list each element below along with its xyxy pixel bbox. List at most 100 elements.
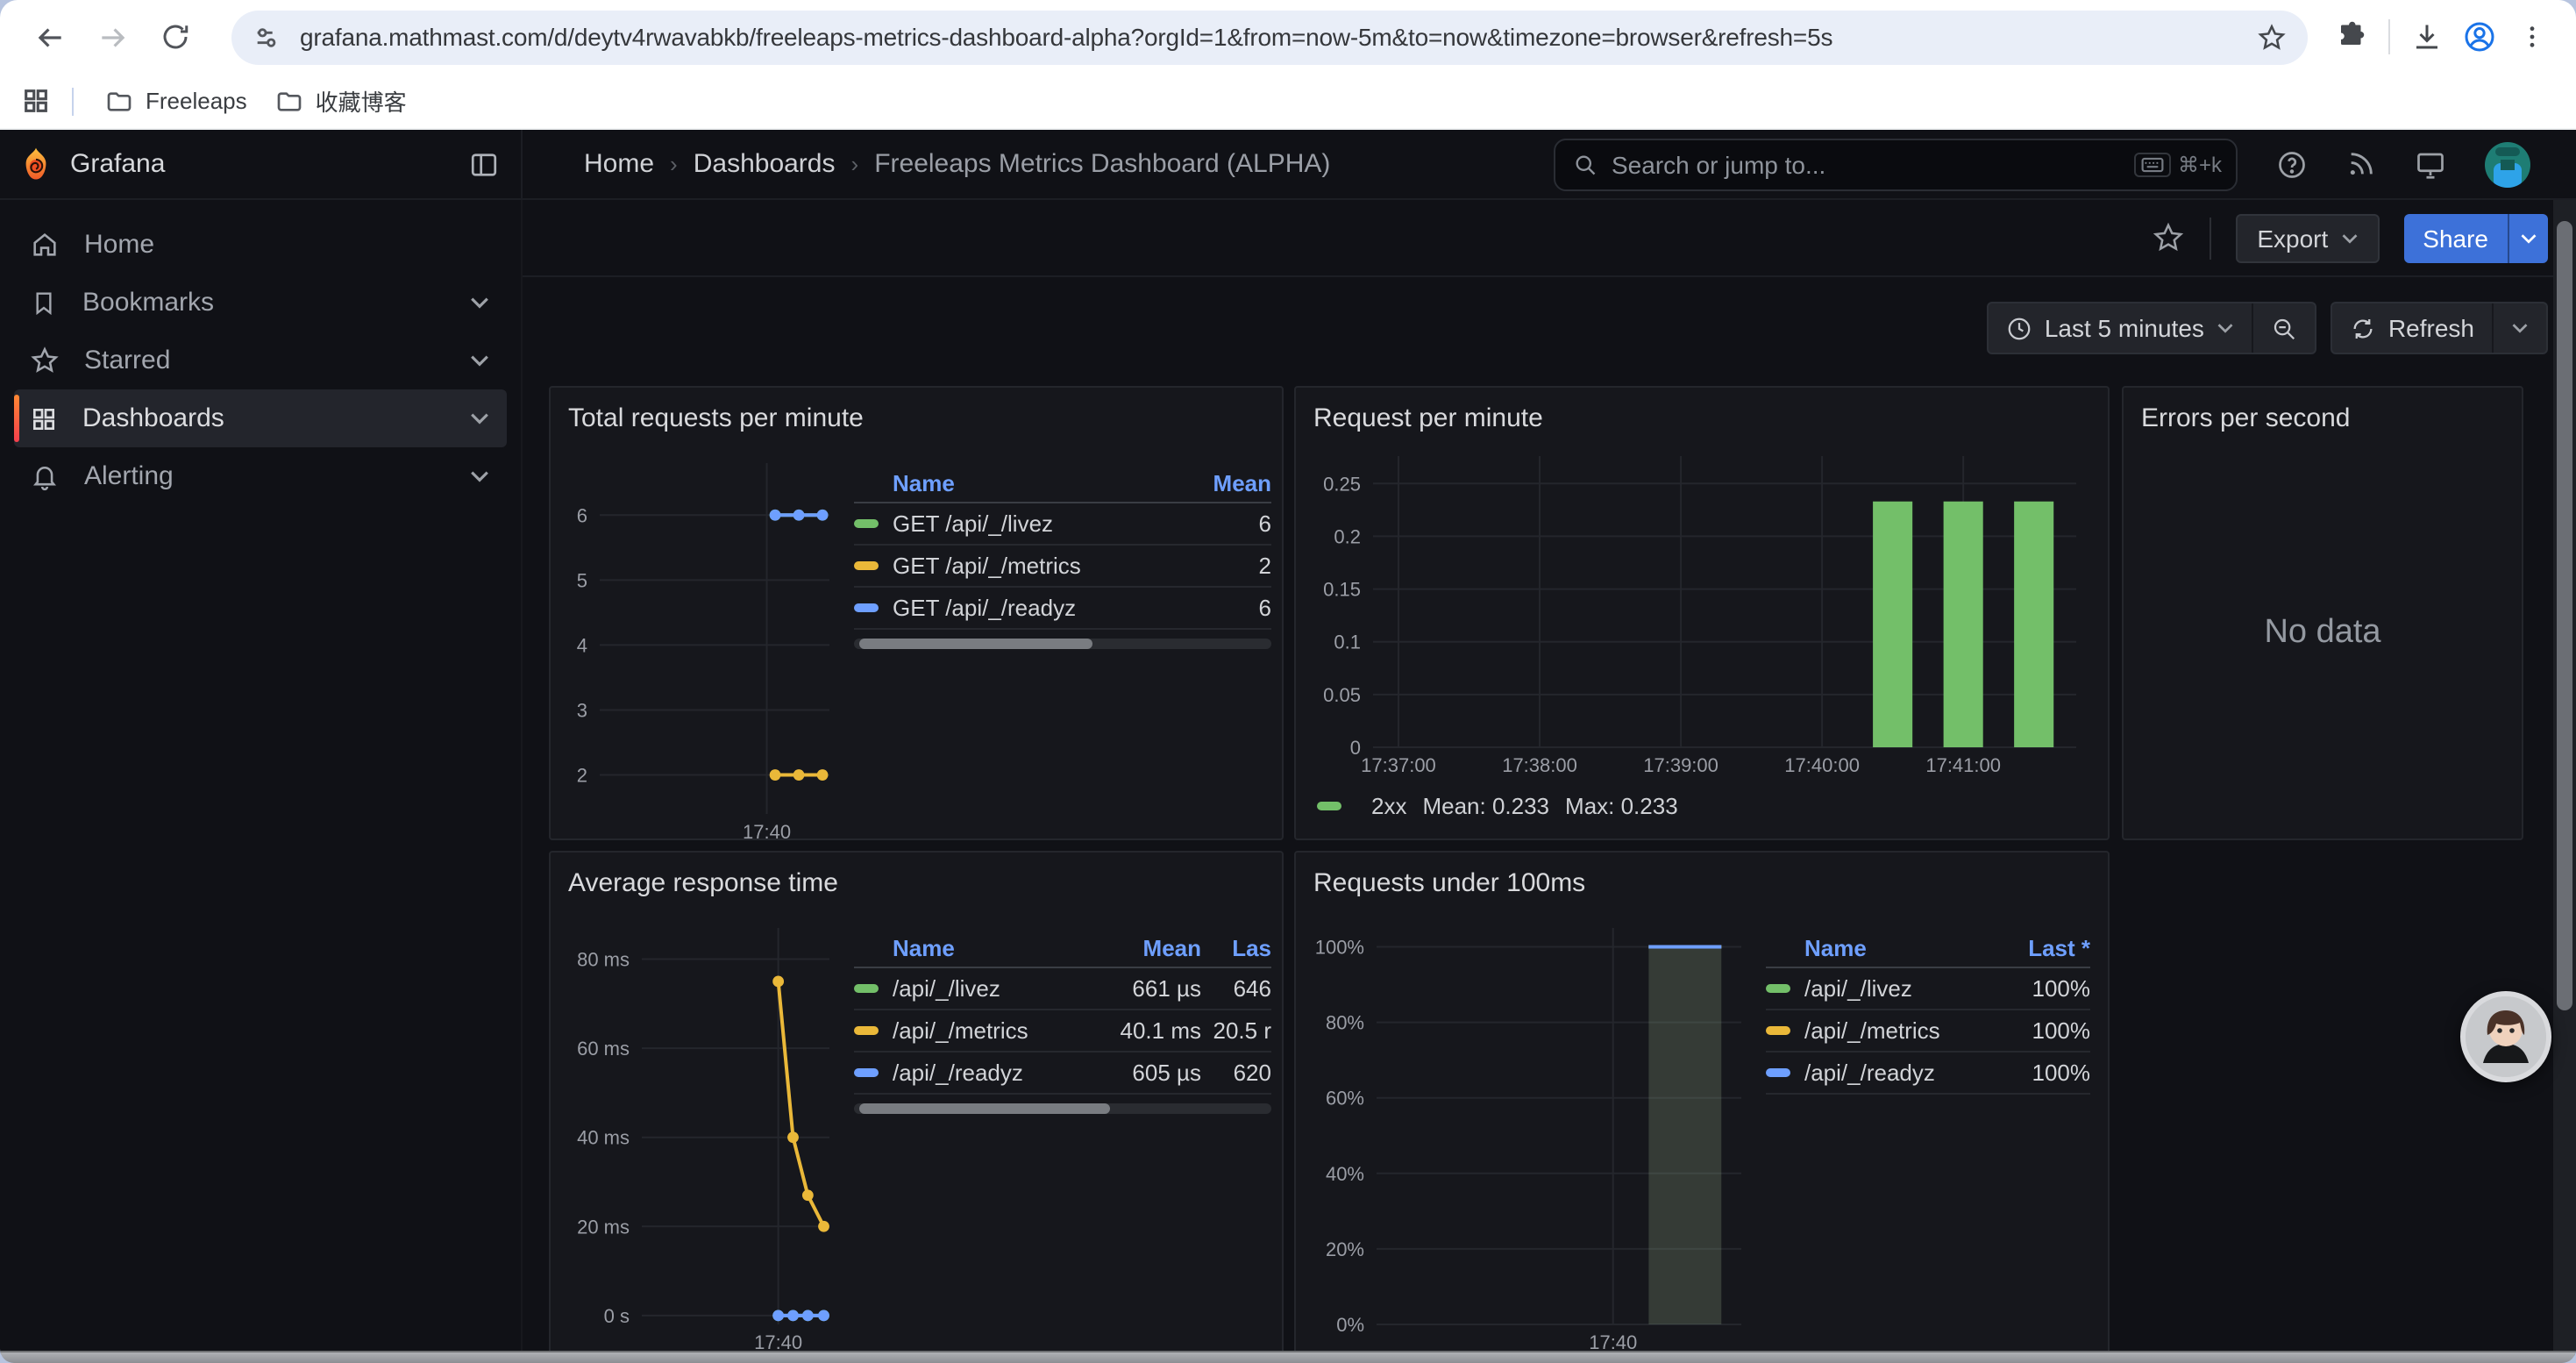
col-last[interactable]: Las [1201,934,1271,960]
forward-button[interactable] [88,12,137,61]
col-name[interactable]: Name [854,934,1092,960]
reload-button[interactable] [151,12,200,61]
bookmark-star-icon[interactable] [2257,22,2287,52]
keyboard-icon [2134,152,2171,176]
breadcrumb-dashboards[interactable]: Dashboards [694,149,836,179]
dashboards-grid-icon [30,404,58,432]
series-swatch [1766,1068,1790,1077]
bookmark-folder-freeleaps[interactable]: Freeleaps [91,82,261,120]
sidebar-item-dashboards[interactable]: Dashboards [14,389,507,447]
time-range-picker[interactable]: Last 5 minutes [1989,303,2252,353]
url-bar[interactable]: grafana.mathmast.com/d/deytv4rwavabkb/fr… [231,10,2308,64]
floating-assistant-avatar[interactable] [2460,991,2551,1082]
sidebar-item-alerting[interactable]: Alerting [14,447,507,505]
share-menu-button[interactable] [2508,213,2548,262]
clock-icon [2006,315,2032,341]
chevron-down-icon[interactable] [470,354,489,367]
profile-button[interactable] [2453,11,2506,63]
hscroll-thumb[interactable] [859,639,1093,649]
apps-grid-icon[interactable] [21,86,51,116]
svg-text:17:37:00: 17:37:00 [1361,754,1436,776]
toolbar-separator [2388,19,2390,54]
panel-title[interactable]: Average response time [568,865,1264,903]
zoom-out-button[interactable] [2252,303,2315,353]
refresh-interval-button[interactable] [2492,303,2546,353]
bookmarks-separator [72,87,74,115]
refresh-button[interactable]: Refresh [2332,303,2492,353]
search-input[interactable]: Search or jump to... ⌘+k [1554,138,2238,190]
col-name[interactable]: Name [854,469,1184,496]
brand-name[interactable]: Grafana [70,149,468,179]
svg-text:17:40: 17:40 [743,821,791,843]
zoom-out-icon [2271,315,2297,341]
help-icon[interactable] [2276,148,2308,180]
extensions-button[interactable] [2325,11,2378,63]
chevron-down-icon[interactable] [470,470,489,482]
breadcrumb-current: Freeleaps Metrics Dashboard (ALPHA) [874,149,1330,179]
svg-text:40 ms: 40 ms [577,1127,630,1149]
app-body: Home Bookmarks Starred Dashboards [0,200,2576,1356]
request-per-minute-chart[interactable]: 00.050.10.150.20.2517:37:0017:38:0017:39… [1313,446,2087,779]
panel-title[interactable]: Requests under 100ms [1313,865,2090,903]
downloads-button[interactable] [2401,11,2453,63]
legend-series-name[interactable]: 2xx [1371,793,1406,819]
scrollbar-thumb[interactable] [2557,221,2572,1010]
user-avatar[interactable] [2485,141,2530,187]
svg-text:17:40:00: 17:40:00 [1784,754,1860,776]
browser-window: grafana.mathmast.com/d/deytv4rwavabkb/fr… [0,0,2576,1363]
kiosk-monitor-icon[interactable] [2415,148,2446,180]
col-name[interactable]: Name [1766,934,2006,960]
col-mean[interactable]: Mean [1184,469,1271,496]
total-requests-chart[interactable]: 2345617:40 [568,453,840,846]
browser-menu-button[interactable] [2506,11,2558,63]
chevron-down-icon[interactable] [470,412,489,425]
share-button[interactable]: Share [2403,213,2508,262]
back-button[interactable] [25,12,74,61]
svg-text:20 ms: 20 ms [577,1216,630,1238]
series-swatch [854,1068,879,1077]
bookmark-folder-label: Freeleaps [146,88,247,114]
table-row: /api/_/metrics 100% [1766,1010,2090,1053]
site-settings-icon[interactable] [253,22,282,52]
header-left: Grafana [0,130,523,198]
search-shortcut: ⌘+k [2134,152,2222,176]
svg-text:0: 0 [1350,737,1361,759]
news-rss-icon[interactable] [2346,149,2376,179]
sidebar: Home Bookmarks Starred Dashboards [0,200,523,1356]
favorite-star-icon[interactable] [2152,221,2185,254]
svg-text:17:41:00: 17:41:00 [1925,754,2001,776]
panel-title[interactable]: Errors per second [2141,400,2504,439]
grafana-app: Grafana Home › Dashboards › Freeleaps Me… [0,130,2576,1354]
col-last[interactable]: Last * [2006,934,2090,960]
under-100ms-chart[interactable]: 0%20%40%60%80%100%17:40 [1313,917,1752,1356]
export-button[interactable]: Export [2236,213,2379,262]
col-mean[interactable]: Mean [1092,934,1201,960]
folder-icon [275,87,303,115]
table-row: GET /api/_/livez 6 [854,503,1271,546]
hscroll-thumb[interactable] [859,1103,1110,1114]
bookmark-folder-blogs[interactable]: 收藏博客 [261,79,421,123]
sidebar-item-home[interactable]: Home [14,216,507,274]
chevron-down-icon[interactable] [470,296,489,309]
assistant-avatar-image [2466,996,2546,1077]
chart-legend[interactable]: 2xx Mean: 0.233 Max: 0.233 [1313,793,2090,819]
series-swatch [854,561,879,570]
breadcrumb-home[interactable]: Home [584,149,654,179]
table-header: Name Last * [1766,928,2090,968]
svg-text:0.15: 0.15 [1323,579,1361,601]
svg-text:17:39:00: 17:39:00 [1643,754,1719,776]
series-swatch [1317,802,1341,810]
sidebar-item-starred[interactable]: Starred [14,332,507,389]
refresh-icon [2350,315,2376,341]
sidebar-toggle-icon[interactable] [468,148,500,180]
svg-text:20%: 20% [1326,1238,1364,1260]
panel-title[interactable]: Total requests per minute [568,400,1264,439]
average-response-chart[interactable]: 0 s20 ms40 ms60 ms80 ms17:40 [568,917,840,1356]
panel-title[interactable]: Request per minute [1313,400,2090,439]
sidebar-item-bookmarks[interactable]: Bookmarks [14,274,507,332]
url-text[interactable]: grafana.mathmast.com/d/deytv4rwavabkb/fr… [300,23,2257,51]
panel-request-per-minute: Request per minute 00.050.10.150.20.2517… [1294,386,2110,840]
breadcrumb: Home › Dashboards › Freeleaps Metrics Da… [584,149,1330,179]
grafana-logo[interactable] [18,146,54,182]
table-row: /api/_/readyz 100% [1766,1053,2090,1095]
